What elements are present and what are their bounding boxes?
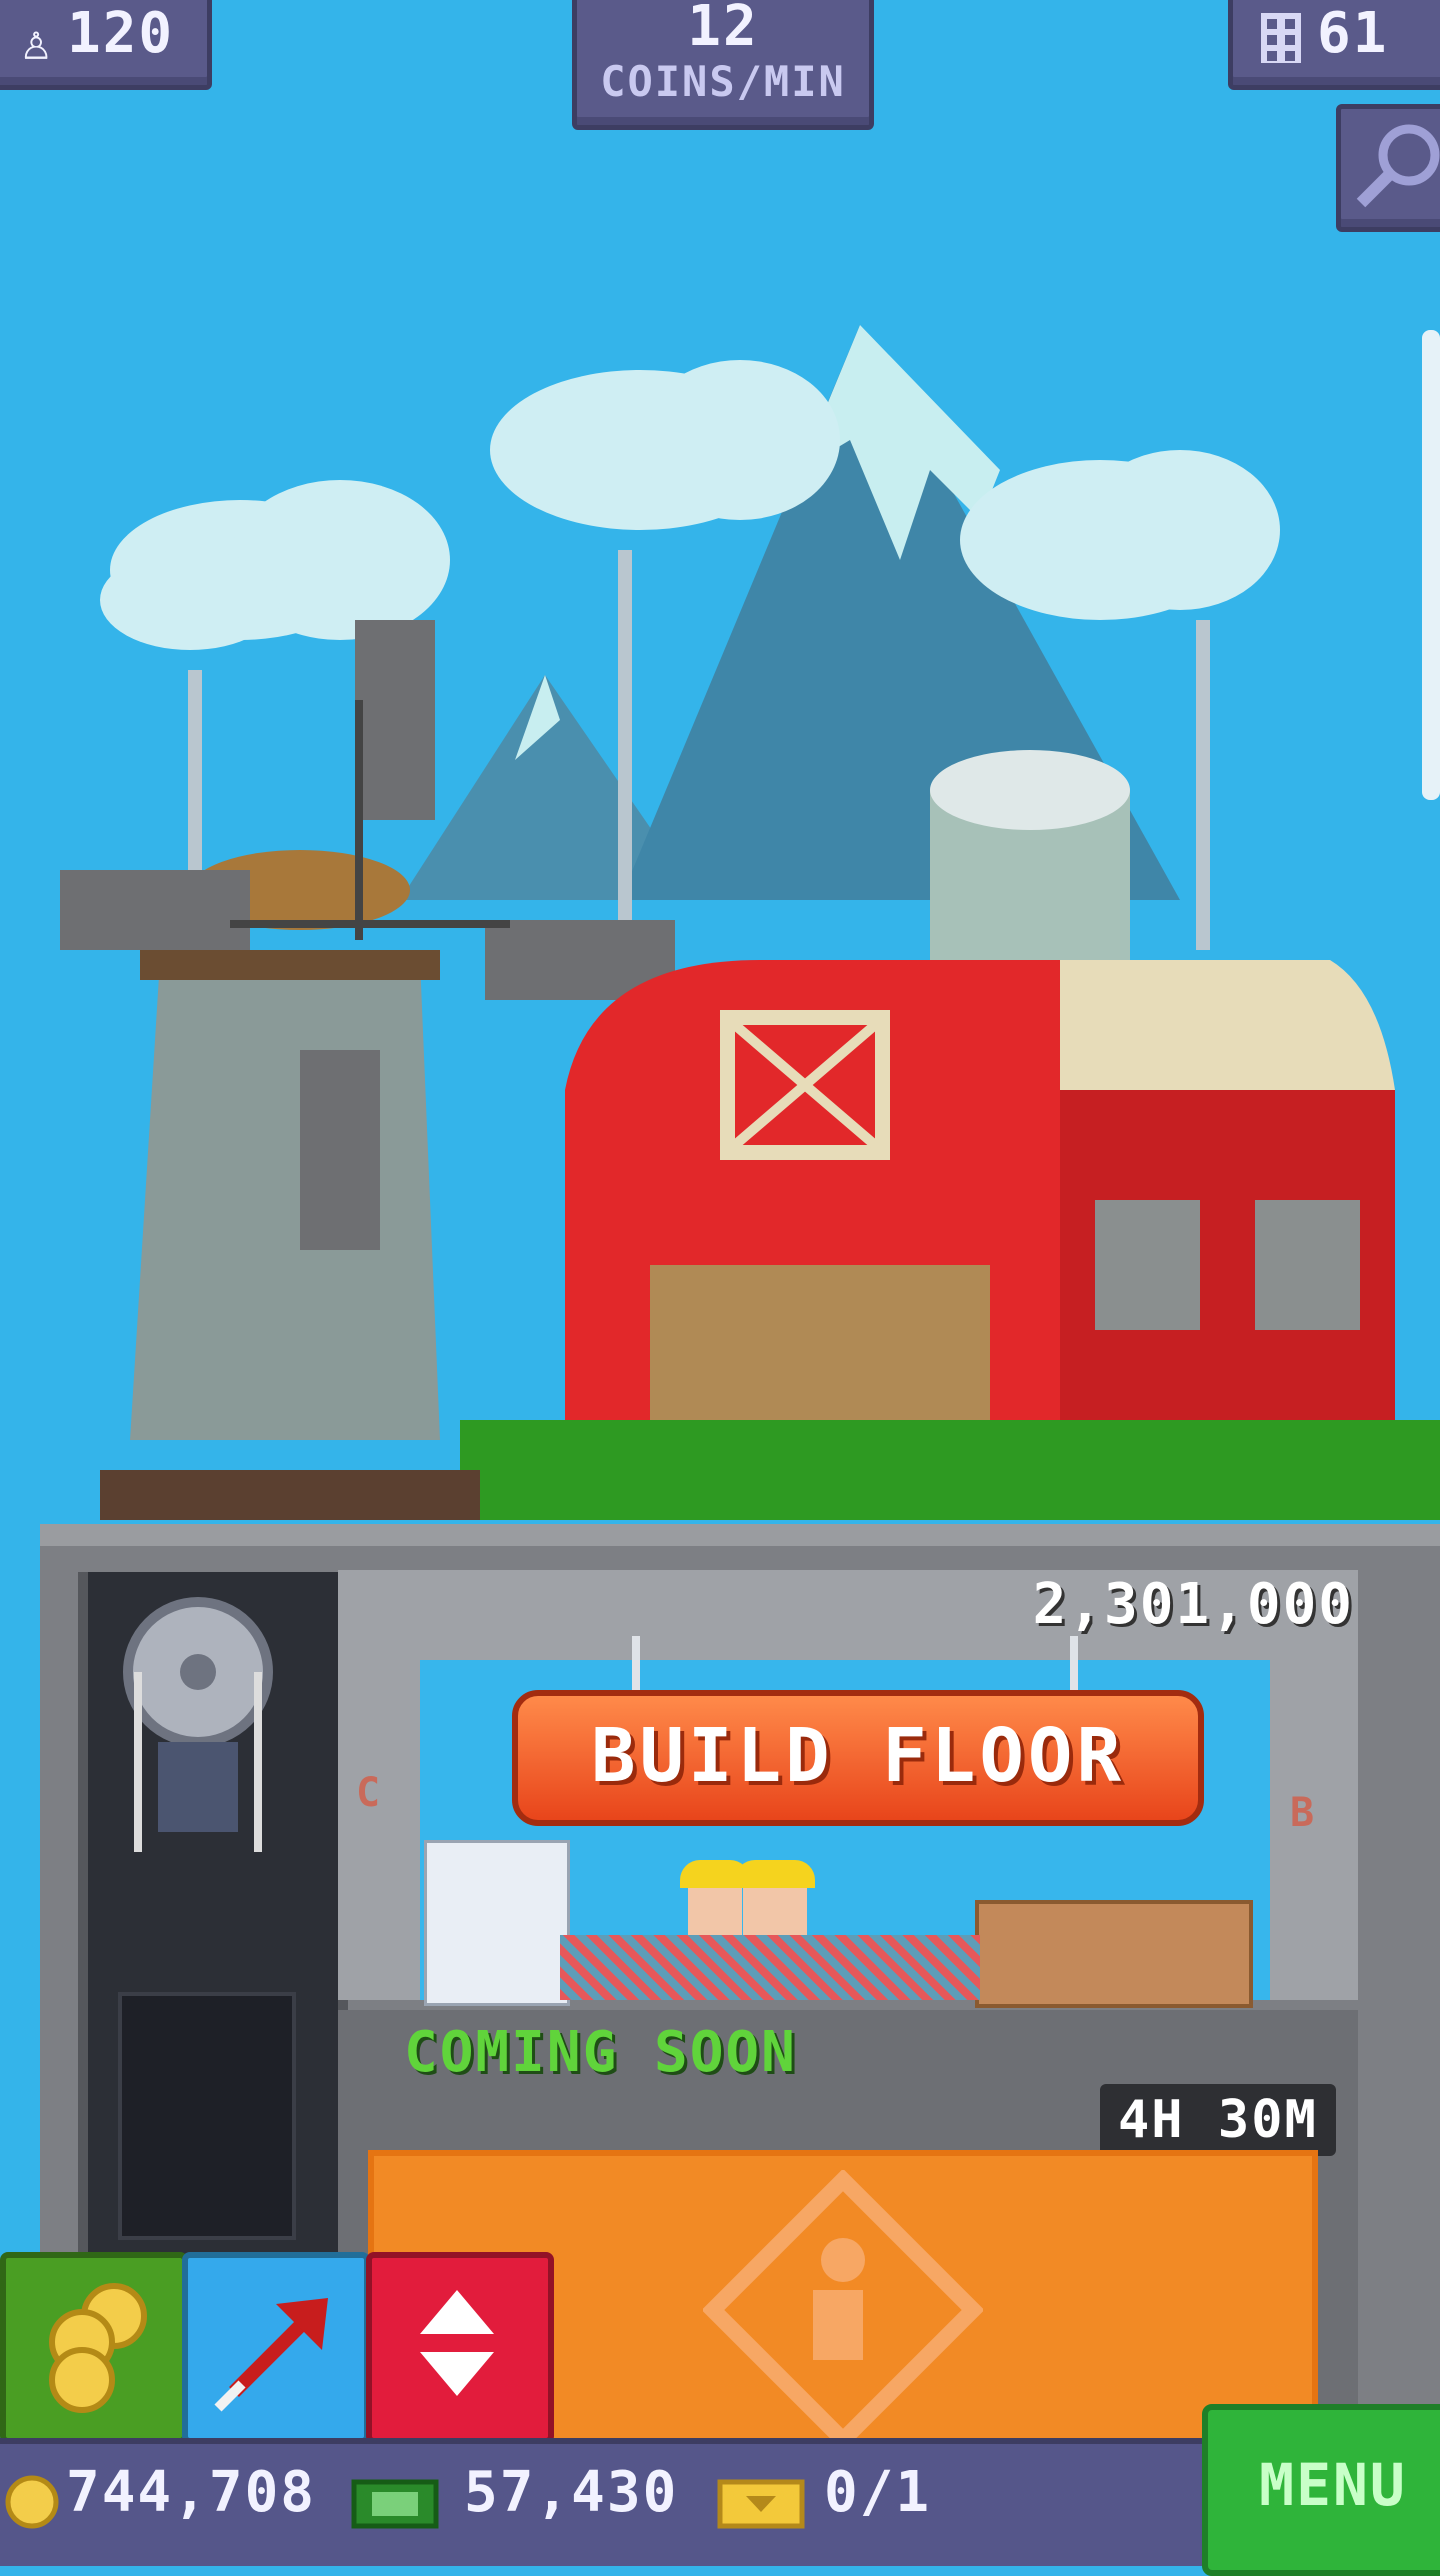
- construction-fence: [560, 1935, 980, 2000]
- magnifier-icon: [1356, 124, 1440, 208]
- coming-soon-label: COMING SOON: [404, 2020, 797, 2085]
- floor-marker-left: C: [356, 1770, 383, 1816]
- coins-button[interactable]: [0, 2252, 188, 2444]
- construction-sign-icon: [703, 2170, 983, 2450]
- floor-cost: 2,301,000: [1032, 1572, 1354, 1637]
- coin-icon: [5, 2475, 59, 2529]
- raffle-button[interactable]: [182, 2252, 370, 2444]
- population-value: 120: [67, 1, 175, 66]
- tickets-balance: 0/1: [824, 2460, 932, 2525]
- construction-timer: 4H 30M: [1100, 2084, 1336, 2156]
- bux-icon: [351, 2479, 439, 2529]
- menu-button[interactable]: MENU: [1202, 2404, 1440, 2576]
- scenery-art: [60, 325, 1440, 1520]
- sign-hanger-left: [632, 1636, 640, 1696]
- building-icon: [1261, 13, 1301, 63]
- zoom-button[interactable]: [1336, 104, 1440, 232]
- bux-balance: 57,430: [464, 2460, 679, 2525]
- elevator-button[interactable]: [366, 2252, 554, 2444]
- raffle-arrow-icon: [214, 2298, 328, 2412]
- elevator-pulley-icon: [123, 1597, 273, 1852]
- build-floor-button[interactable]: BUILD FLOOR: [512, 1690, 1204, 1826]
- sign-hanger-right: [1070, 1636, 1078, 1696]
- elevator-arrows-icon: [420, 2290, 494, 2396]
- crates: [975, 1900, 1253, 2008]
- coins-rate-value: 12: [687, 0, 759, 59]
- coins-balance: 744,708: [66, 2460, 317, 2525]
- floors-value: 61: [1317, 1, 1389, 66]
- coins-icon: [49, 2283, 147, 2413]
- elevator-car[interactable]: [118, 1992, 296, 2240]
- floor-marker-right: B: [1290, 1790, 1317, 1836]
- coins-rate-unit: COINS/MIN: [600, 57, 846, 106]
- coins-rate-counter[interactable]: 12 COINS/MIN: [572, 0, 874, 130]
- side-scroll-handle[interactable]: [1422, 330, 1440, 800]
- person-icon: ♙: [21, 13, 52, 71]
- population-counter[interactable]: ♙ 120: [0, 0, 212, 90]
- floors-counter[interactable]: 61: [1228, 0, 1440, 90]
- scenery: [0, 0, 1440, 1530]
- material-block: [424, 1840, 570, 2006]
- ticket-icon: [717, 2479, 805, 2529]
